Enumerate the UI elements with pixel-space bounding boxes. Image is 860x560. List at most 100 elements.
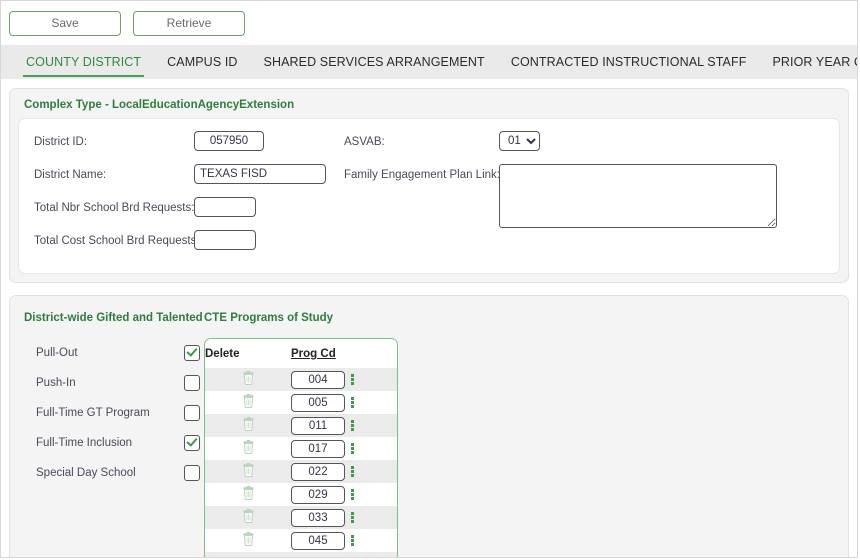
asvab-select[interactable]: 01	[499, 131, 540, 151]
trash-icon-svg	[243, 509, 253, 523]
cte-cell-delete	[205, 506, 291, 529]
cte-cell-prog-cd	[291, 483, 397, 506]
gt-row-special-day-school: Special Day School	[24, 458, 204, 488]
more-options-icon[interactable]	[348, 396, 356, 409]
prog-cd-input[interactable]	[291, 416, 345, 435]
cte-cell-prog-cd	[291, 391, 397, 414]
more-options-icon[interactable]	[348, 465, 356, 478]
trash-icon[interactable]	[242, 417, 255, 431]
programs-card: District-wide Gifted and Talented Pull-O…	[9, 295, 849, 557]
district-name-input[interactable]	[194, 164, 326, 184]
gifted-talented-section: District-wide Gifted and Talented Pull-O…	[24, 312, 204, 557]
more-options-icon[interactable]	[348, 534, 356, 547]
district-id-input[interactable]	[194, 131, 264, 151]
table-row	[205, 460, 397, 483]
cte-cell-prog-cd	[291, 529, 397, 552]
cte-cell-delete	[205, 391, 291, 414]
cte-cell-delete	[205, 437, 291, 460]
form-column-right: ASVAB: 01 Family Engagement Plan Link:	[329, 131, 839, 263]
gt-label-full-time-gt-program: Full-Time GT Program	[36, 407, 150, 419]
trash-icon[interactable]	[242, 532, 255, 546]
total-cost-school-brd-requests-label: Total Cost School Brd Requests:	[34, 235, 200, 247]
complex-type-fields: District ID: District Name: Total Nbr Sc…	[18, 118, 840, 274]
table-row	[205, 483, 397, 506]
tab-campus-id[interactable]: CAMPUS ID	[154, 45, 250, 79]
trash-icon[interactable]	[242, 486, 255, 500]
more-options-icon[interactable]	[348, 488, 356, 501]
more-options-icon[interactable]	[348, 373, 356, 386]
trash-icon[interactable]	[242, 371, 255, 385]
gt-checkbox-special-day-school[interactable]	[184, 465, 200, 481]
trash-icon-svg	[243, 371, 253, 385]
tab-label: CAMPUS ID	[167, 55, 238, 69]
more-options-icon[interactable]	[348, 511, 356, 524]
tab-shared-services-arrangement[interactable]: SHARED SERVICES ARRANGEMENT	[251, 45, 498, 79]
total-nbr-school-brd-requests-input[interactable]	[194, 197, 256, 217]
family-engagement-plan-link-textarea[interactable]	[499, 164, 777, 228]
gt-checkbox-full-time-inclusion[interactable]	[184, 435, 200, 451]
more-options-icon[interactable]	[348, 442, 356, 455]
cte-rows-count: Rows: 8	[205, 552, 397, 557]
complex-type-title: Complex Type - LocalEducationAgencyExten…	[24, 99, 295, 111]
prog-cd-input[interactable]	[291, 508, 345, 527]
trash-icon-svg	[243, 532, 253, 546]
tab-label: PRIOR YEAR CAMPUSES	[772, 55, 857, 69]
district-name-label: District Name:	[34, 169, 107, 181]
gt-label-pull-out: Pull-Out	[36, 347, 78, 359]
tab-contracted-instructional-staff[interactable]: CONTRACTED INSTRUCTIONAL STAFF	[498, 45, 760, 79]
tab-bar: COUNTY DISTRICT CAMPUS ID SHARED SERVICE…	[1, 45, 857, 79]
trash-icon[interactable]	[242, 440, 255, 454]
family-engagement-plan-link-label: Family Engagement Plan Link:	[344, 169, 500, 181]
cte-cell-prog-cd	[291, 460, 397, 483]
prog-cd-input[interactable]	[291, 393, 345, 412]
trash-icon[interactable]	[242, 463, 255, 477]
tab-label: COUNTY DISTRICT	[26, 55, 142, 69]
trash-icon[interactable]	[242, 394, 255, 408]
total-cost-school-brd-requests-input[interactable]	[194, 230, 256, 250]
cte-table-body	[205, 368, 397, 552]
cte-cell-prog-cd	[291, 506, 397, 529]
table-row	[205, 529, 397, 552]
gt-checkbox-push-in[interactable]	[184, 375, 200, 391]
trash-icon-svg	[243, 440, 253, 454]
table-row	[205, 506, 397, 529]
field-row-total-cost-school-brd-requests: Total Cost School Brd Requests:	[19, 230, 329, 263]
tab-label: SHARED SERVICES ARRANGEMENT	[263, 55, 485, 69]
tab-county-district[interactable]: COUNTY DISTRICT	[13, 45, 154, 79]
form-column-left: District ID: District Name: Total Nbr Sc…	[19, 131, 329, 263]
field-row-family-engagement-plan-link: Family Engagement Plan Link:	[329, 164, 839, 228]
prog-cd-input[interactable]	[291, 485, 345, 504]
retrieve-button[interactable]: Retrieve	[133, 10, 245, 36]
gt-label-push-in: Push-In	[36, 377, 76, 389]
table-row	[205, 414, 397, 437]
prog-cd-input[interactable]	[291, 370, 345, 389]
cte-cell-delete	[205, 529, 291, 552]
cte-table-container: Delete Prog Cd Rows: 8	[204, 338, 398, 557]
cte-header-delete: Delete	[205, 339, 291, 368]
trash-icon-svg	[243, 417, 253, 431]
cte-header-prog-cd[interactable]: Prog Cd	[291, 339, 397, 368]
field-row-district-id: District ID:	[19, 131, 329, 164]
tab-label: CONTRACTED INSTRUCTIONAL STAFF	[510, 55, 747, 69]
prog-cd-input[interactable]	[291, 531, 345, 550]
application-page: Save Retrieve COUNTY DISTRICT CAMPUS ID …	[0, 0, 858, 558]
gt-checkbox-pull-out[interactable]	[184, 345, 200, 361]
more-options-icon[interactable]	[348, 419, 356, 432]
tab-prior-year-campuses[interactable]: PRIOR YEAR CAMPUSES	[759, 45, 857, 79]
gt-row-push-in: Push-In	[24, 368, 204, 398]
complex-type-card: Complex Type - LocalEducationAgencyExten…	[9, 88, 849, 283]
gt-row-full-time-inclusion: Full-Time Inclusion	[24, 428, 204, 458]
prog-cd-input[interactable]	[291, 439, 345, 458]
action-toolbar: Save Retrieve	[1, 1, 857, 45]
total-nbr-school-brd-requests-label: Total Nbr School Brd Requests:	[34, 202, 195, 214]
trash-icon[interactable]	[242, 509, 255, 523]
table-row	[205, 391, 397, 414]
cte-title: CTE Programs of Study	[204, 312, 334, 324]
cte-cell-delete	[205, 414, 291, 437]
field-row-district-name: District Name:	[19, 164, 329, 197]
cte-cell-prog-cd	[291, 368, 397, 391]
prog-cd-input[interactable]	[291, 462, 345, 481]
save-button[interactable]: Save	[9, 10, 121, 36]
gt-checkbox-full-time-gt-program[interactable]	[184, 405, 200, 421]
gt-row-full-time-gt-program: Full-Time GT Program	[24, 398, 204, 428]
